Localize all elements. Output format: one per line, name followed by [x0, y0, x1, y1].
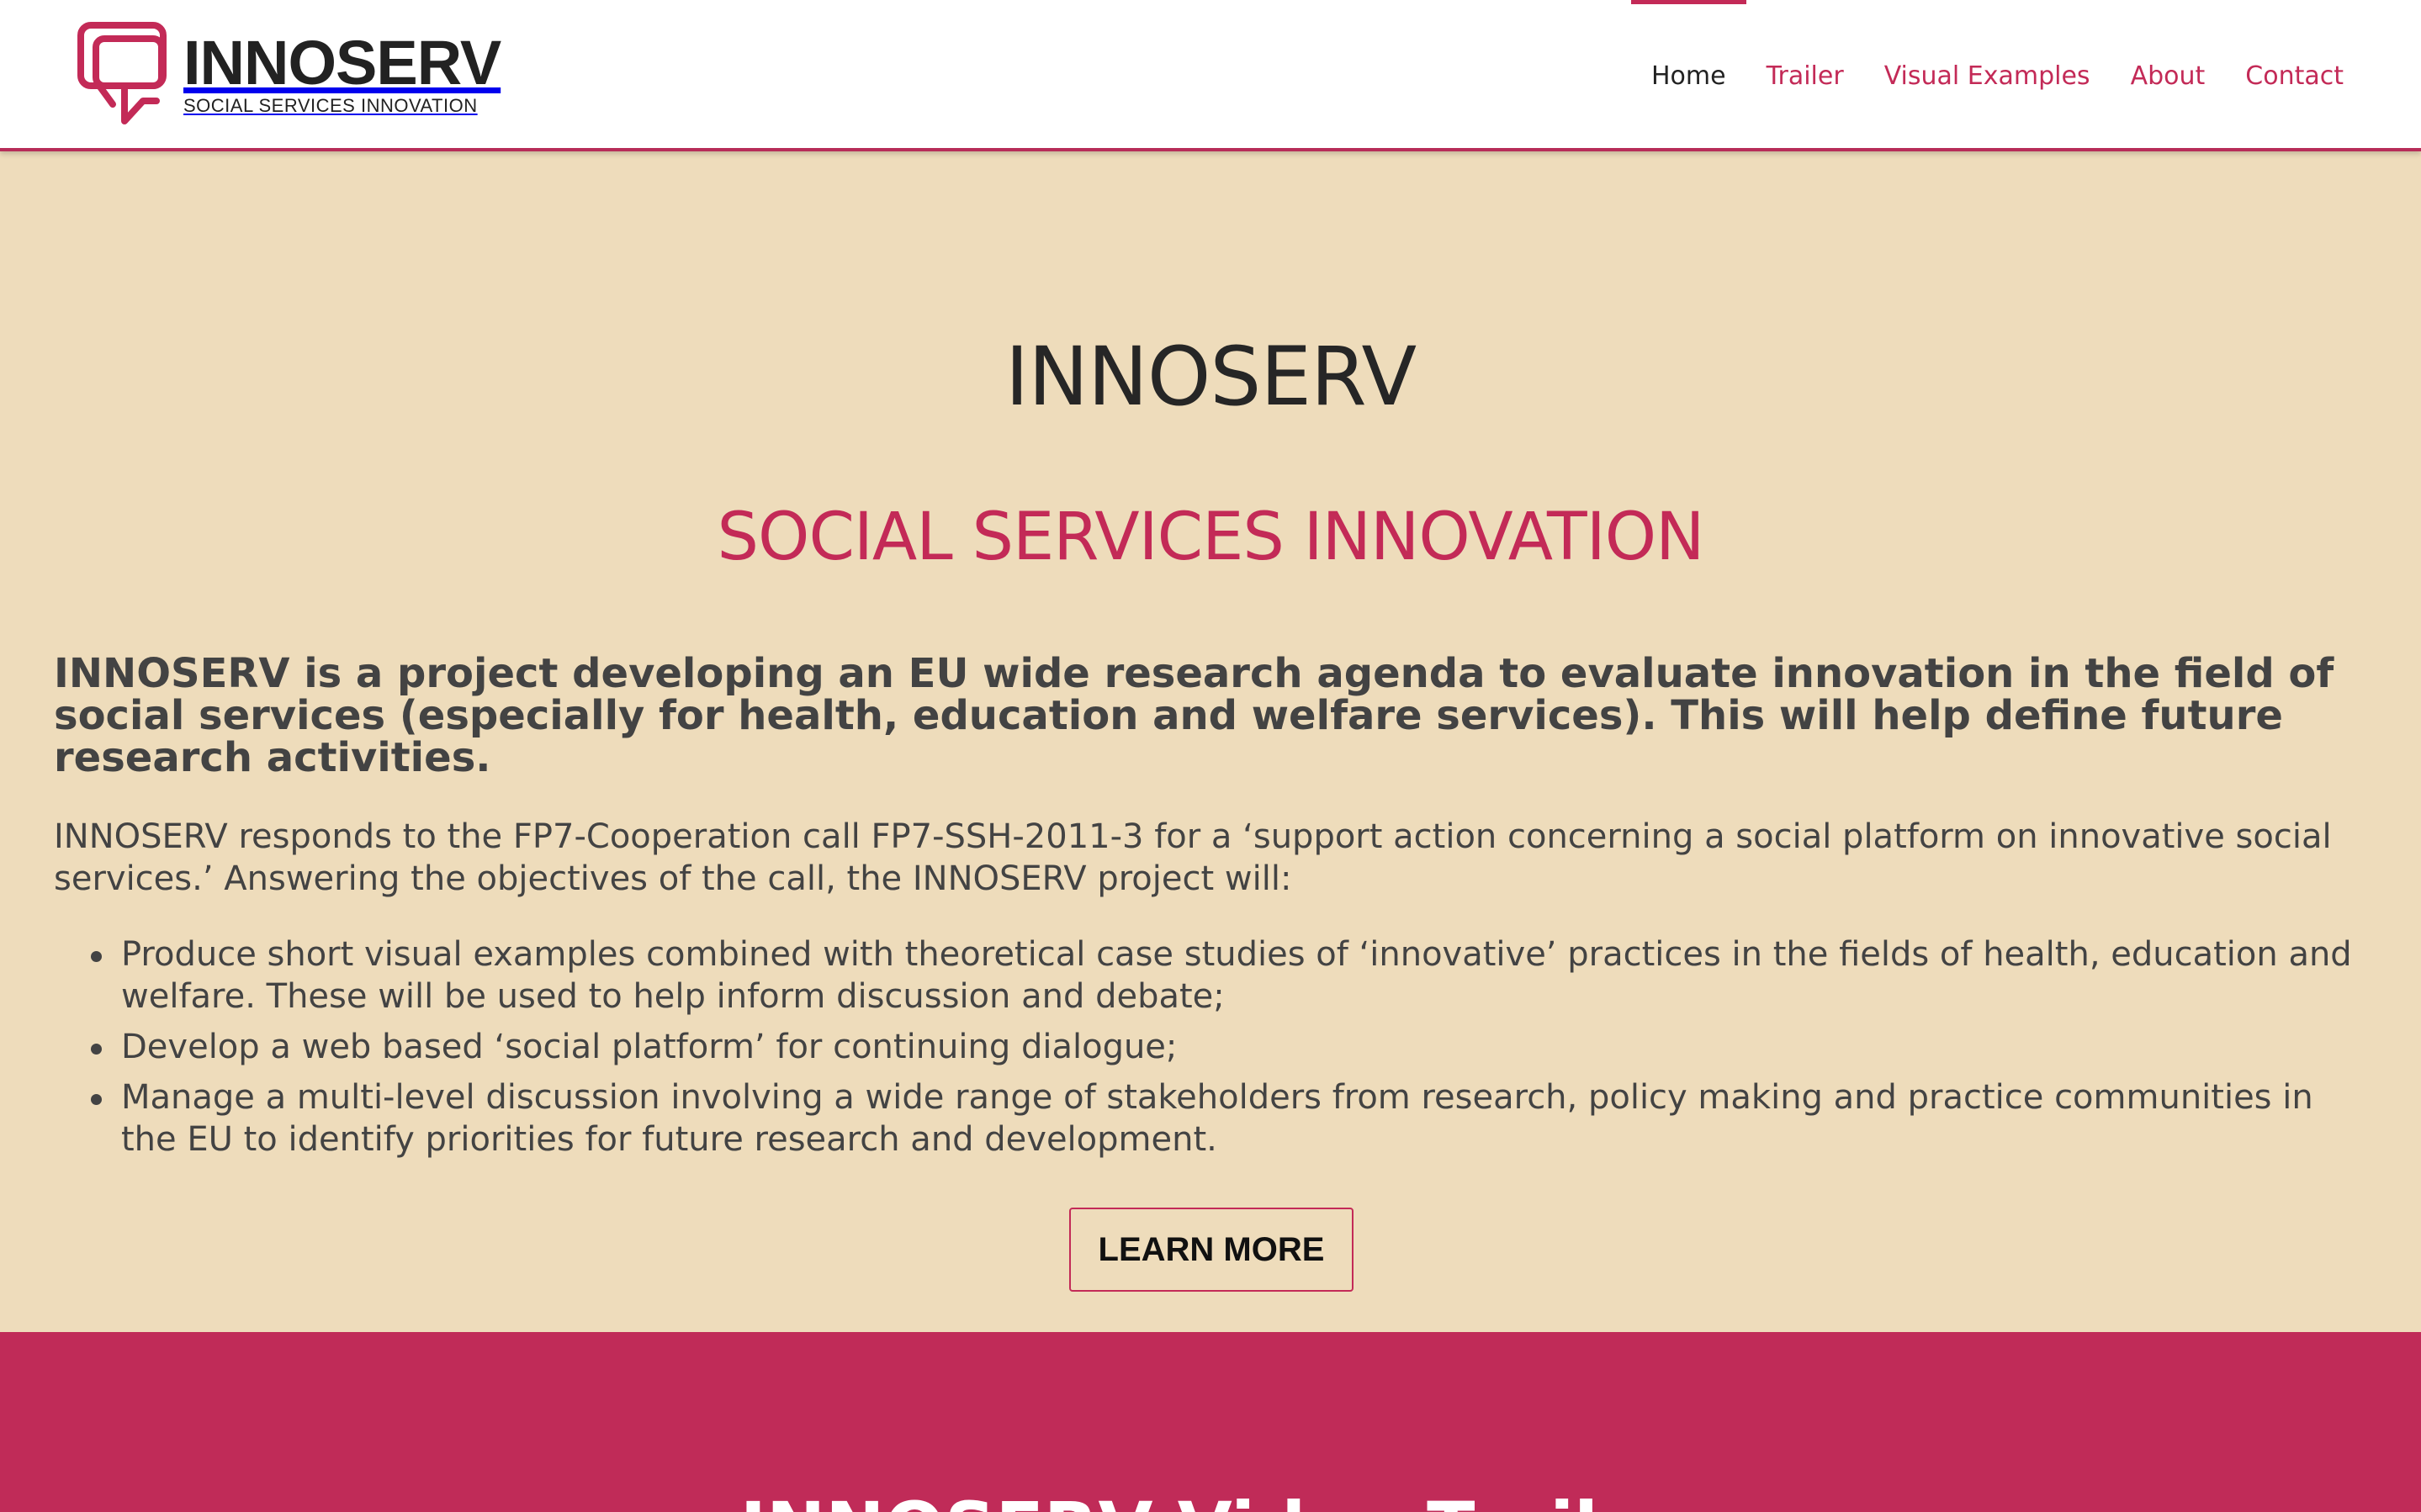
trailer-section-title: INNOSERV Video Trailer	[0, 1487, 2421, 1512]
list-item: Develop a web based ‘social platform’ fo…	[91, 1026, 2376, 1068]
nav-item-visual-examples[interactable]: Visual Examples	[1864, 0, 2111, 151]
hero-subtitle: SOCIAL SERVICES INNOVATION	[717, 500, 1705, 575]
hero-title: INNOSERV	[1004, 330, 1417, 424]
objectives-list: Produce short visual examples combined w…	[54, 933, 2376, 1160]
nav-item-about[interactable]: About	[2111, 0, 2226, 151]
trailer-section: INNOSERV Video Trailer	[0, 1332, 2421, 1512]
nav-item-trailer[interactable]: Trailer	[1746, 0, 1864, 151]
learn-more-button[interactable]: LEARN MORE	[1069, 1208, 1354, 1292]
logo-text: INNOSERV SOCIAL SERVICES INNOVATION	[183, 28, 501, 117]
nav-item-home[interactable]: Home	[1630, 0, 1746, 151]
site-logo[interactable]: INNOSERV SOCIAL SERVICES INNOVATION	[76, 20, 501, 130]
logo-name: INNOSERV	[183, 28, 501, 98]
intro-paragraph: INNOSERV responds to the FP7-Cooperation…	[54, 817, 2332, 898]
site-header: INNOSERV SOCIAL SERVICES INNOVATION Home…	[0, 0, 2421, 151]
nav-item-contact[interactable]: Contact	[2225, 0, 2421, 151]
hero-section: INNOSERV SOCIAL SERVICES INNOVATION INNO…	[0, 155, 2421, 1332]
hero-content: INNOSERV is a project developing an EU w…	[54, 653, 2376, 1169]
list-item: Manage a multi-level discussion involvin…	[91, 1076, 2376, 1160]
main-nav: Home Trailer Visual Examples About Conta…	[1630, 0, 2421, 151]
speech-bubbles-icon	[77, 22, 167, 124]
list-item: Produce short visual examples combined w…	[91, 933, 2376, 1018]
logo-tagline: SOCIAL SERVICES INNOVATION	[183, 95, 478, 116]
lead-paragraph: INNOSERV is a project developing an EU w…	[54, 650, 2334, 781]
